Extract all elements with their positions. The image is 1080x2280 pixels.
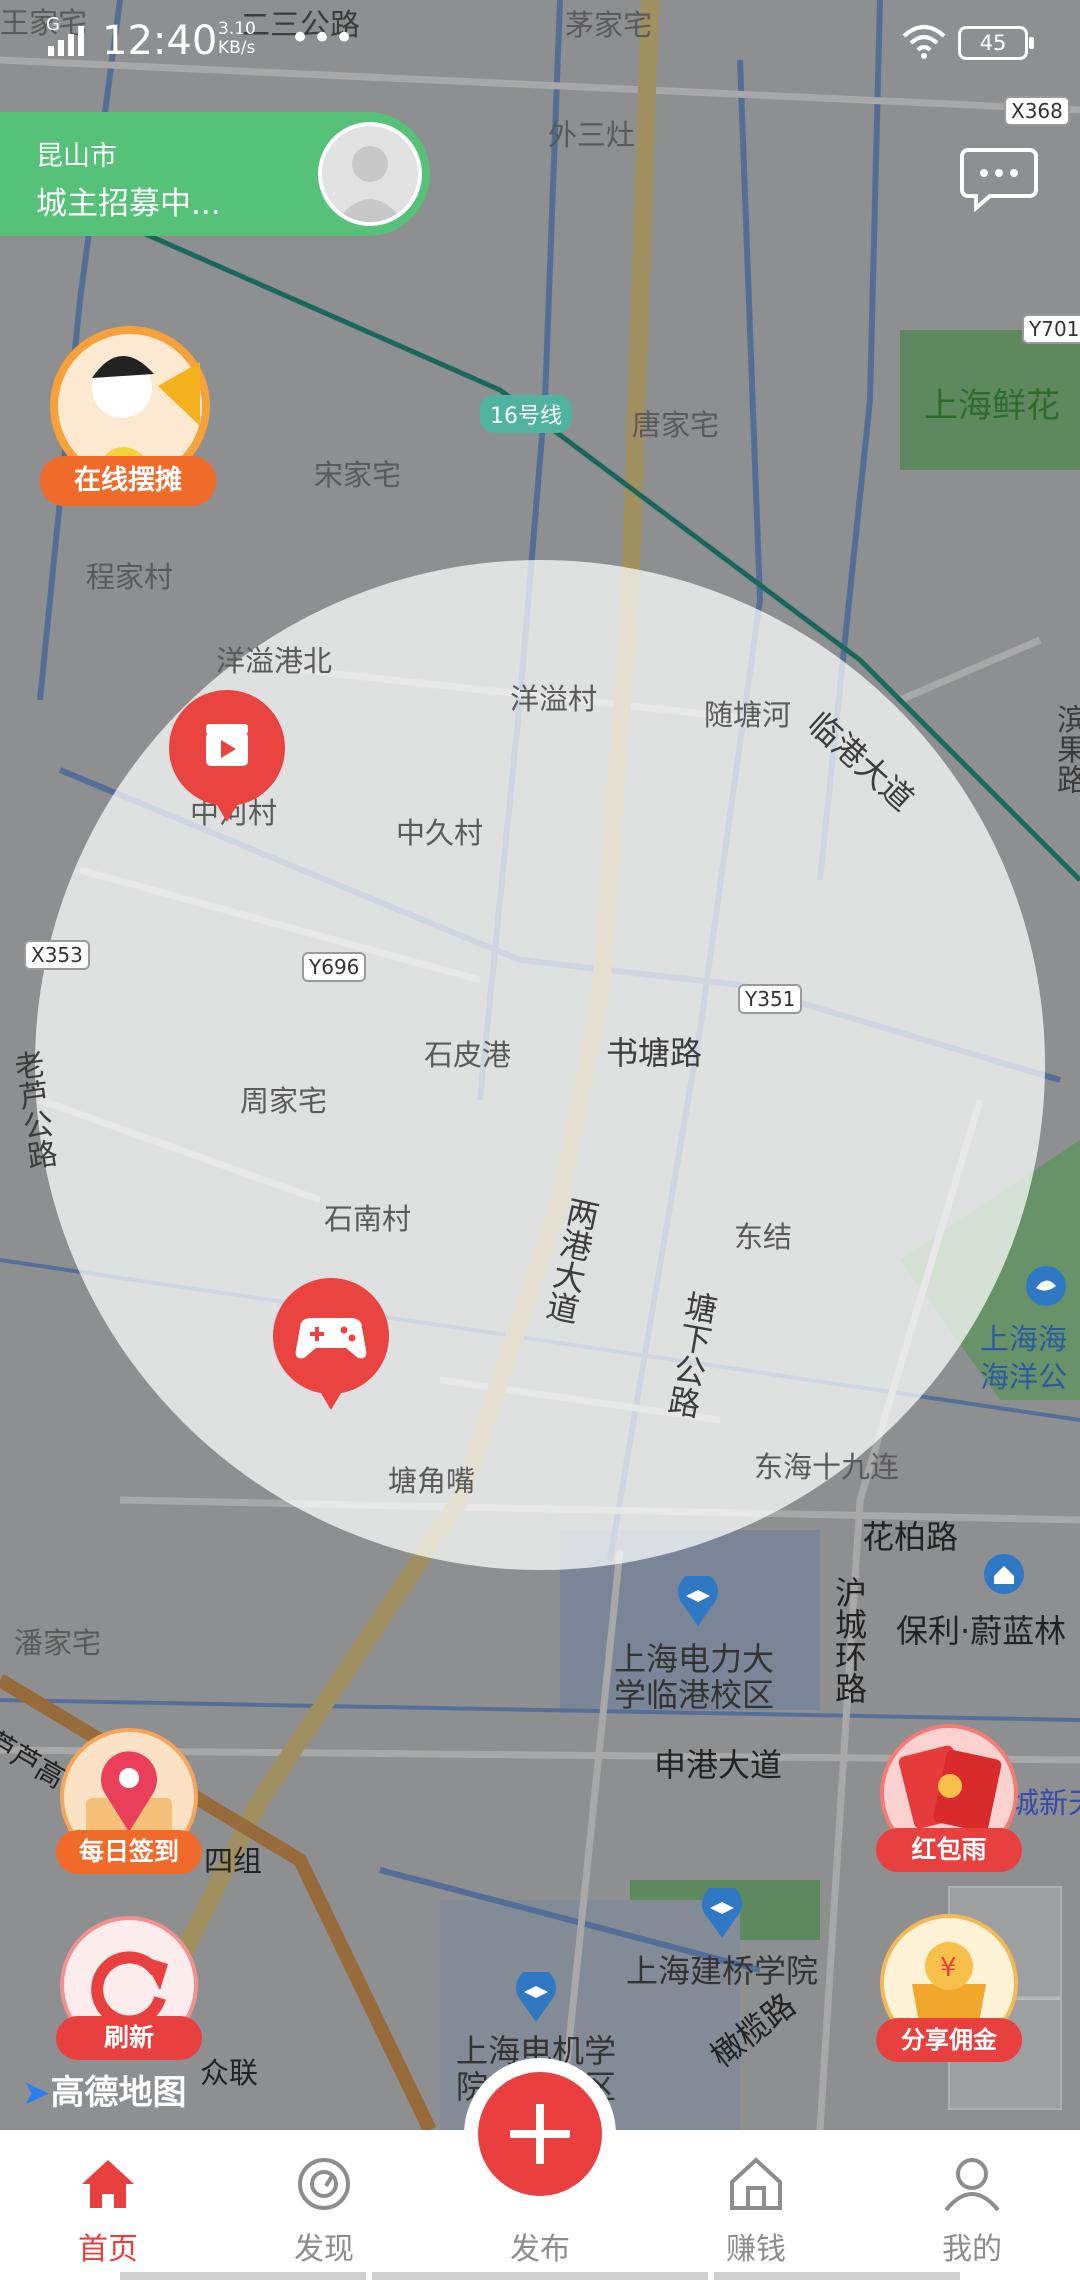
tab-discover[interactable]: 发现 [216, 2130, 432, 2280]
tab-publish-label: 发布 [510, 2232, 570, 2267]
road-code: X353 [24, 940, 90, 970]
message-icon[interactable] [960, 146, 1038, 212]
map-label: 东海十九连 [754, 1450, 900, 1484]
avatar[interactable] [318, 122, 422, 226]
tab-discover-label: 发现 [294, 2232, 354, 2267]
map-label: 众联 [200, 2056, 259, 2090]
school-marker-icon [678, 1576, 718, 1626]
school-marker-icon [516, 1972, 556, 2022]
online-stall-button[interactable]: 在线摆摊 [40, 318, 230, 518]
user-icon [944, 2158, 1000, 2212]
game-pin-icon[interactable] [270, 1278, 392, 1418]
map-road-label: 申港大道 [654, 1746, 783, 1784]
map-label: 海洋公 [980, 1360, 1068, 1394]
daily-checkin-button[interactable]: 每日签到 [56, 1724, 206, 1884]
home-icon [82, 2160, 134, 2208]
compass-icon [298, 2158, 350, 2210]
map-label: 潘家宅 [14, 1626, 102, 1660]
commission-label: 分享佣金 [876, 2018, 1022, 2062]
map-label: 上海鲜花 [924, 386, 1060, 426]
city-lord-recruit-banner[interactable]: 昆山市 城主招募中... [0, 112, 430, 236]
metro-line-badge: 16号线 [480, 395, 572, 433]
tab-home[interactable]: 首页 [0, 2130, 216, 2280]
share-commission-button[interactable]: ¥ 分享佣金 [876, 1910, 1026, 2070]
tab-earn-label: 赚钱 [726, 2232, 786, 2267]
recruit-text: 城主招募中... [36, 186, 221, 222]
home-marker-icon [984, 1554, 1024, 1594]
map-label: 花柏路 [862, 1518, 959, 1556]
map-label: 中久村 [396, 816, 484, 850]
map-label: 周家宅 [240, 1084, 328, 1118]
tab-home-label: 首页 [78, 2232, 138, 2267]
road-code: Y701 [1022, 314, 1080, 344]
school-marker-icon [702, 1888, 742, 1938]
clock: 12:40 [102, 18, 218, 64]
map-label: 宋家宅 [314, 458, 402, 492]
tab-mine-label: 我的 [942, 2232, 1002, 2267]
gesture-bar [714, 2272, 960, 2280]
map-label: 四组 [204, 1844, 263, 1878]
checkin-label: 每日签到 [56, 1830, 202, 1874]
video-pin-icon[interactable] [166, 690, 288, 830]
refresh-label: 刷新 [56, 2016, 202, 2060]
map-road-label: 滨果路 [1051, 704, 1080, 794]
road-code: X368 [1004, 96, 1070, 126]
svg-text:¥: ¥ [940, 1953, 957, 1983]
map-label: 塘角嘴 [388, 1464, 476, 1498]
road-code: Y351 [738, 984, 803, 1014]
map-label: 学临港校区 [614, 1676, 775, 1714]
battery-indicator: 45 [958, 26, 1034, 60]
user-silhouette-icon [336, 146, 404, 222]
red-envelope-rain-button[interactable]: 红包雨 [876, 1720, 1026, 1880]
tab-mine[interactable]: 我的 [864, 2130, 1080, 2280]
amap-attribution: ➤高德地图 [22, 2073, 187, 2113]
map-label: 石南村 [324, 1202, 412, 1236]
map-label: 保利·蔚蓝林 [896, 1612, 1067, 1650]
map-label: 程家村 [86, 560, 174, 594]
house-icon [730, 2157, 782, 2210]
refresh-button[interactable]: 刷新 [56, 1912, 206, 2068]
plus-icon [478, 2072, 602, 2196]
map-label: 唐家宅 [632, 408, 720, 442]
publish-button[interactable] [464, 2058, 616, 2210]
road-code: Y696 [302, 952, 367, 982]
map-road-label: 书塘路 [606, 1034, 703, 1072]
wifi-icon [902, 25, 946, 59]
map-road-label: 沪城环路 [830, 1576, 868, 1704]
network-speed: 3.10 KB/s [218, 19, 256, 58]
map-label: 东结 [734, 1220, 793, 1254]
map-label: 随塘河 [704, 698, 792, 732]
map-label: 石皮港 [424, 1038, 512, 1072]
tab-earn[interactable]: 赚钱 [648, 2130, 864, 2280]
map-label: 上海海 [980, 1322, 1068, 1356]
map-label: 洋溢港北 [216, 644, 333, 678]
stall-label: 在线摆摊 [40, 456, 216, 506]
city-name: 昆山市 [36, 141, 117, 172]
gesture-bar [372, 2272, 708, 2280]
red-envelope-label: 红包雨 [876, 1828, 1022, 1872]
status-bar: G 12:40 3.10 KB/s ••• 45 [0, 0, 1080, 90]
map-label: 上海建桥学院 [626, 1952, 819, 1990]
map-label: 外三灶 [548, 118, 636, 152]
more-notifications-icon: ••• [290, 18, 357, 58]
network-type: G [46, 14, 60, 35]
amap-arrow-icon: ➤ [22, 2073, 51, 2113]
gesture-bar [120, 2272, 366, 2280]
aquarium-marker-icon [1026, 1266, 1066, 1306]
map-label: 洋溢村 [510, 682, 598, 716]
